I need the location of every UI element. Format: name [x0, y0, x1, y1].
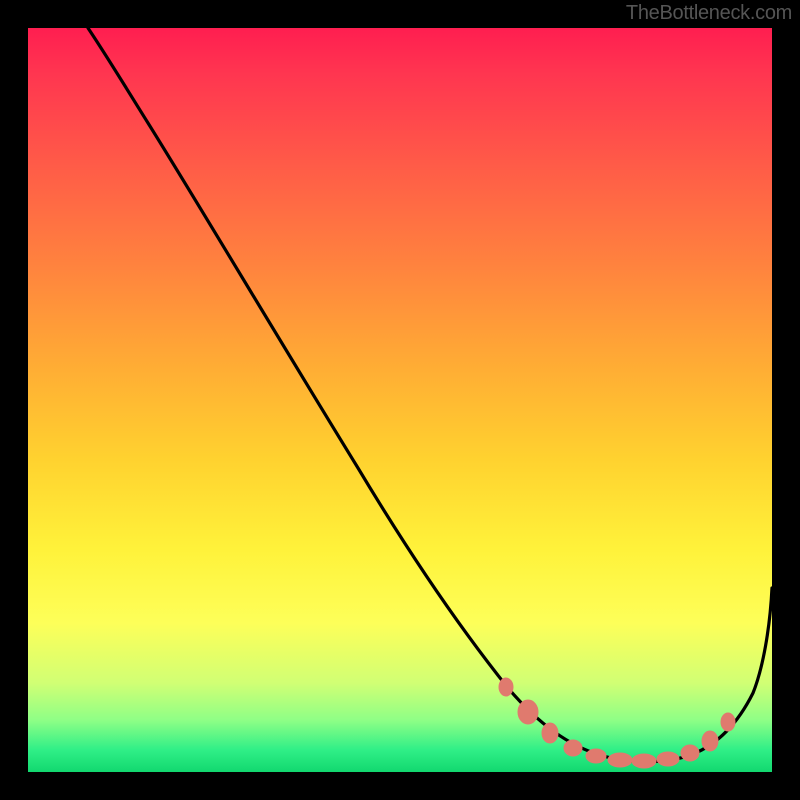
marker-dot: [564, 740, 582, 756]
plot-area: [28, 28, 772, 772]
marker-dot: [657, 752, 679, 766]
attribution-label: TheBottleneck.com: [626, 2, 792, 25]
marker-dot: [542, 723, 558, 743]
marker-dot: [702, 731, 718, 751]
marker-dot: [518, 700, 538, 724]
chart-frame: TheBottleneck.com: [0, 0, 800, 800]
marker-dot: [721, 713, 735, 731]
marker-group: [499, 678, 735, 768]
marker-dot: [586, 749, 606, 763]
bottleneck-curve-path: [88, 28, 772, 762]
marker-dot: [632, 754, 656, 768]
marker-dot: [681, 745, 699, 761]
marker-dot: [499, 678, 513, 696]
marker-dot: [608, 753, 632, 767]
bottleneck-curve-svg: [28, 28, 772, 772]
